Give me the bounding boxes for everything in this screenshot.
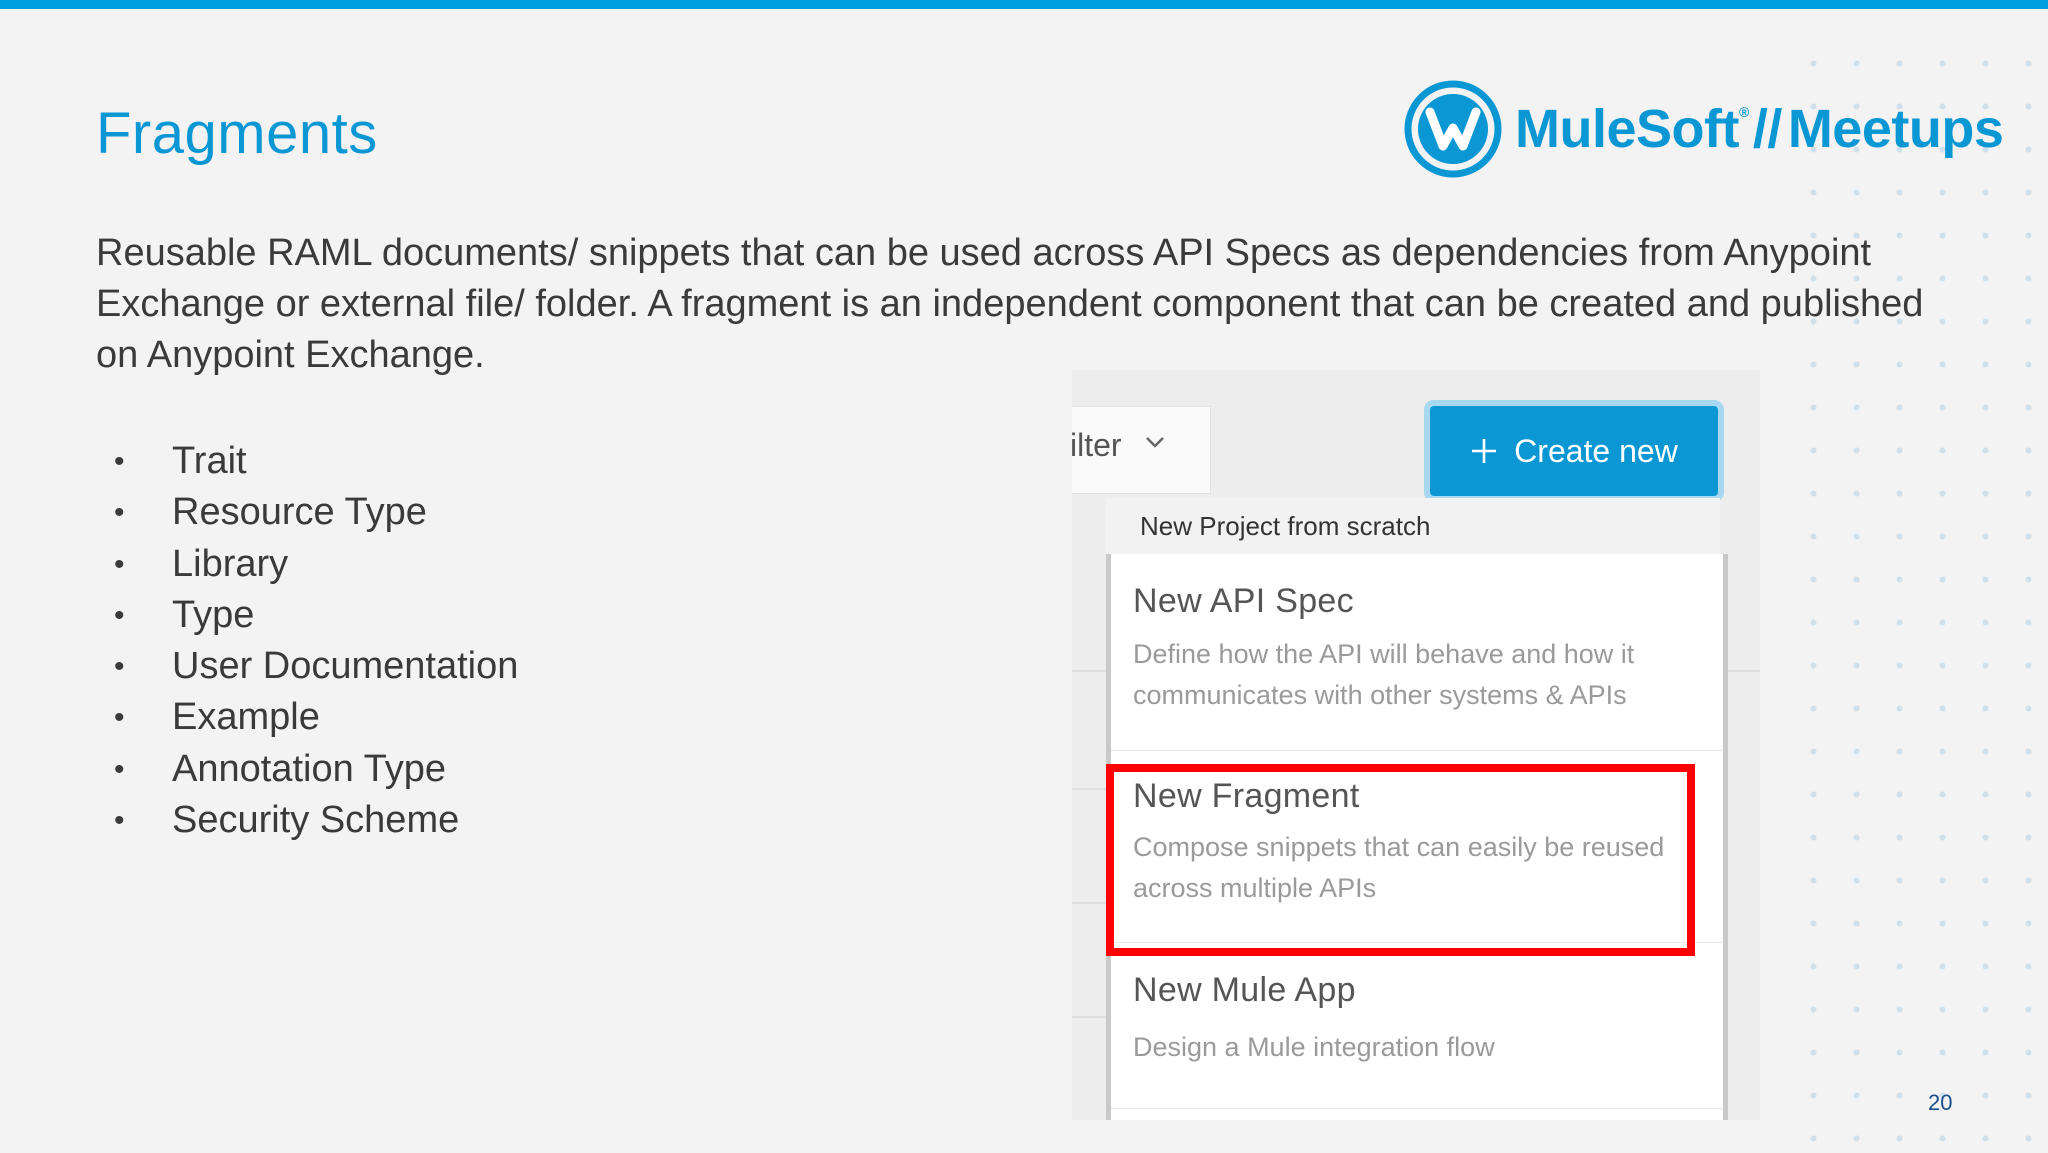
page-number: 20 (1928, 1090, 1953, 1115)
list-item: • Library (108, 539, 518, 590)
bullet-icon: • (114, 650, 125, 684)
list-item-label: Resource Type (172, 491, 427, 534)
menu-item-title: New API Spec (1133, 582, 1354, 620)
list-item: • User Documentation (108, 641, 518, 692)
list-item-label: Security Scheme (172, 799, 460, 842)
create-new-label: Create new (1514, 432, 1678, 469)
filter-label: ilter (1072, 427, 1122, 463)
menu-separator (1111, 1108, 1723, 1109)
fragment-types-list: • Trait • Resource Type • Library • Type • Us… (108, 436, 518, 846)
list-item-label: Type (172, 593, 255, 636)
logo-separator: // (1752, 99, 1783, 159)
logo-product: Meetups (1787, 99, 2004, 159)
list-item: • Annotation Type (108, 744, 518, 795)
menu-item-description: Design a Mule integration flow (1133, 1032, 1495, 1062)
list-item: • Resource Type (108, 487, 518, 538)
list-item-label: Library (172, 542, 289, 585)
list-item-label: User Documentation (172, 645, 519, 688)
intro-paragraph: Reusable RAML documents/ snippets that c… (96, 232, 1924, 376)
menu-item-new-mule-app[interactable]: New Mule App Design a Mule integration f… (1111, 943, 1723, 1103)
bullet-icon: • (114, 496, 125, 530)
menu-header-label: New Project from scratch (1140, 511, 1431, 541)
menu-item-new-api-spec[interactable]: New API Spec Define how the API will beh… (1111, 554, 1723, 750)
mulesoft-logo-icon (1404, 80, 1502, 178)
list-item: • Example (108, 692, 518, 743)
menu-header: New Project from scratch (1106, 498, 1720, 554)
bullet-icon: • (114, 804, 125, 838)
bullet-icon: • (114, 701, 125, 735)
logo-registered: ® (1738, 104, 1749, 120)
plus-icon (1472, 439, 1497, 463)
slide-title: Fragments (96, 101, 378, 166)
list-item: • Trait (108, 436, 518, 487)
highlight-box (1106, 764, 1695, 956)
menu-item-title: New Mule App (1133, 971, 1356, 1009)
bullet-icon: • (114, 547, 125, 581)
top-accent-bar (0, 0, 2048, 9)
list-item: • Security Scheme (108, 795, 518, 846)
bullet-icon: • (114, 752, 125, 786)
create-new-button[interactable]: Create new (1430, 406, 1718, 496)
list-item-label: Trait (172, 440, 247, 482)
chevron-down-icon (1146, 437, 1164, 448)
mulesoft-meetups-logo: MuleSoft®//Meetups (1402, 78, 2004, 180)
list-item-label: Annotation Type (172, 747, 446, 790)
logo-wordmark: MuleSoft®//Meetups (1515, 98, 2004, 160)
list-item: • Type (108, 590, 518, 641)
menu-item-description: Define how the API will behave and how i… (1133, 639, 1635, 710)
list-item-label: Example (172, 696, 320, 739)
dot-pattern (1780, 30, 2048, 1153)
bullet-icon: • (114, 445, 125, 478)
design-center-screenshot: ilter Create new New Project from scratc… (1072, 370, 1760, 1120)
filter-dropdown[interactable]: ilter (1072, 406, 1211, 494)
bullet-icon: • (114, 598, 125, 632)
logo-brand: MuleSoft (1515, 99, 1739, 159)
